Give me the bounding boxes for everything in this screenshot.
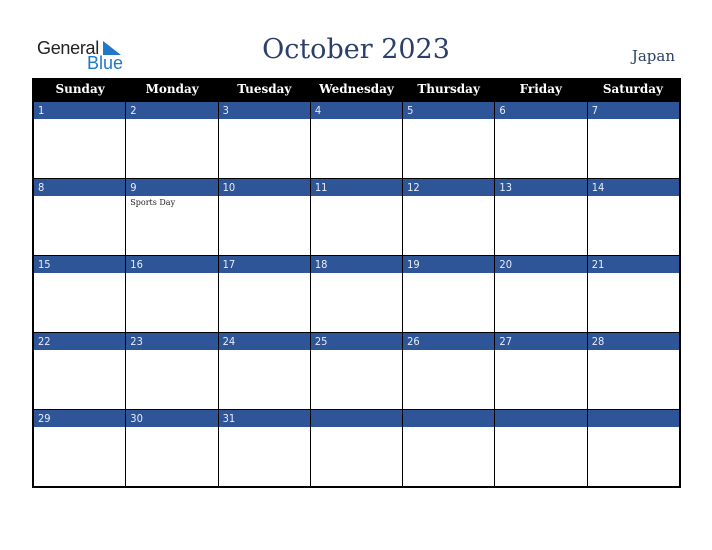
day-number: 24 [218, 332, 310, 350]
day-number: 12 [403, 178, 495, 196]
day-cell[interactable] [495, 409, 588, 486]
day-cell[interactable]: 25 [310, 332, 404, 409]
day-cell[interactable]: 2 [126, 101, 219, 178]
weekday-sunday: Sunday [55, 82, 105, 96]
day-number: 10 [218, 178, 310, 196]
holiday-label [311, 119, 402, 121]
holiday-label [403, 119, 494, 121]
week-row: 8 9 Sports Day 10 11 12 13 14 [34, 178, 679, 255]
holiday-label [588, 119, 679, 121]
day-cell[interactable]: 18 [310, 255, 404, 332]
day-number: 30 [126, 409, 218, 427]
day-cell[interactable] [587, 409, 679, 486]
week-row: 1234567 [34, 101, 679, 178]
day-number: 21 [587, 255, 679, 273]
day-cell[interactable]: 5 [403, 101, 496, 178]
day-number: 13 [495, 178, 587, 196]
day-cell[interactable]: 28 [587, 332, 679, 409]
day-cell[interactable]: 14 [587, 178, 679, 255]
holiday-label [403, 427, 494, 429]
day-number: 2 [126, 101, 218, 119]
day-number: 26 [403, 332, 495, 350]
day-number: 25 [310, 332, 403, 350]
weekday-saturday: Saturday [602, 82, 663, 96]
weekday-header: Sunday Monday Tuesday Wednesday Thursday… [34, 78, 679, 101]
week-row: 22 23 24 25 26 27 28 [34, 332, 679, 409]
day-cell[interactable]: 17 [218, 255, 311, 332]
day-cell[interactable] [310, 409, 404, 486]
day-cell[interactable]: 19 [403, 255, 496, 332]
holiday-label [34, 119, 125, 121]
day-number: 27 [495, 332, 587, 350]
day-cell[interactable]: 24 [218, 332, 311, 409]
day-cell[interactable]: 21 [587, 255, 679, 332]
day-cell[interactable]: 26 [403, 332, 496, 409]
weekday-wednesday: Wednesday [319, 82, 394, 96]
day-cell[interactable]: 8 [34, 178, 127, 255]
day-number: 1 [34, 101, 126, 119]
day-cell[interactable]: 13 [495, 178, 588, 255]
day-number: 22 [34, 332, 126, 350]
holiday-label [495, 119, 586, 121]
day-cell[interactable]: 15 [34, 255, 127, 332]
holiday-label [219, 119, 310, 121]
holiday-label [588, 427, 679, 429]
day-cell[interactable]: 6 [495, 101, 588, 178]
day-number: 6 [495, 101, 587, 119]
day-number: 18 [310, 255, 403, 273]
week-row: 15 16 17 18 19 20 21 [34, 255, 679, 332]
day-cell[interactable]: 12 [403, 178, 496, 255]
day-cell[interactable]: 20 [495, 255, 588, 332]
day-cell[interactable]: 10 [218, 178, 311, 255]
day-number: 3 [218, 101, 310, 119]
weekday-monday: Monday [145, 82, 199, 96]
day-number: 15 [34, 255, 126, 273]
week-row: 29 30 31 [34, 409, 679, 486]
day-number: 14 [587, 178, 679, 196]
holiday-label [126, 119, 217, 121]
country-label: Japan [631, 47, 675, 65]
weekday-tuesday: Tuesday [237, 82, 292, 96]
day-cell[interactable]: 29 [34, 409, 127, 486]
day-number [403, 409, 495, 427]
day-cell[interactable]: 11 [310, 178, 404, 255]
day-number: 20 [495, 255, 587, 273]
day-cell[interactable]: 4 [310, 101, 404, 178]
day-number: 7 [587, 101, 679, 119]
day-number [310, 409, 403, 427]
day-number: 16 [126, 255, 218, 273]
day-cell[interactable]: 22 [34, 332, 127, 409]
day-cell[interactable]: 1 [34, 101, 127, 178]
day-number [495, 409, 587, 427]
weekday-thursday: Thursday [417, 82, 480, 96]
day-cell[interactable]: 7 [587, 101, 679, 178]
day-number: 11 [310, 178, 403, 196]
day-cell[interactable]: 31 [218, 409, 311, 486]
day-cell[interactable]: 9 Sports Day [126, 178, 219, 255]
day-cell[interactable]: 16 [126, 255, 219, 332]
day-number: 29 [34, 409, 126, 427]
day-number: 9 [126, 178, 218, 196]
day-number [587, 409, 679, 427]
holiday-label: Sports Day [130, 198, 176, 207]
day-number: 28 [587, 332, 679, 350]
day-cell[interactable] [403, 409, 496, 486]
day-number: 5 [403, 101, 495, 119]
calendar-grid: Sunday Monday Tuesday Wednesday Thursday… [32, 78, 681, 488]
day-number: 31 [218, 409, 310, 427]
day-number: 19 [403, 255, 495, 273]
day-cell[interactable]: 30 [126, 409, 219, 486]
day-number: 8 [34, 178, 126, 196]
day-cell[interactable]: 27 [495, 332, 588, 409]
day-number: 4 [310, 101, 403, 119]
weekday-friday: Friday [519, 82, 562, 96]
holiday-label [34, 196, 125, 198]
day-cell[interactable]: 3 [218, 101, 311, 178]
day-number: 23 [126, 332, 218, 350]
day-number: 17 [218, 255, 310, 273]
holiday-label [495, 427, 586, 429]
holiday-label [311, 427, 402, 429]
calendar-title: October 2023 [262, 34, 450, 65]
day-cell[interactable]: 23 [126, 332, 219, 409]
